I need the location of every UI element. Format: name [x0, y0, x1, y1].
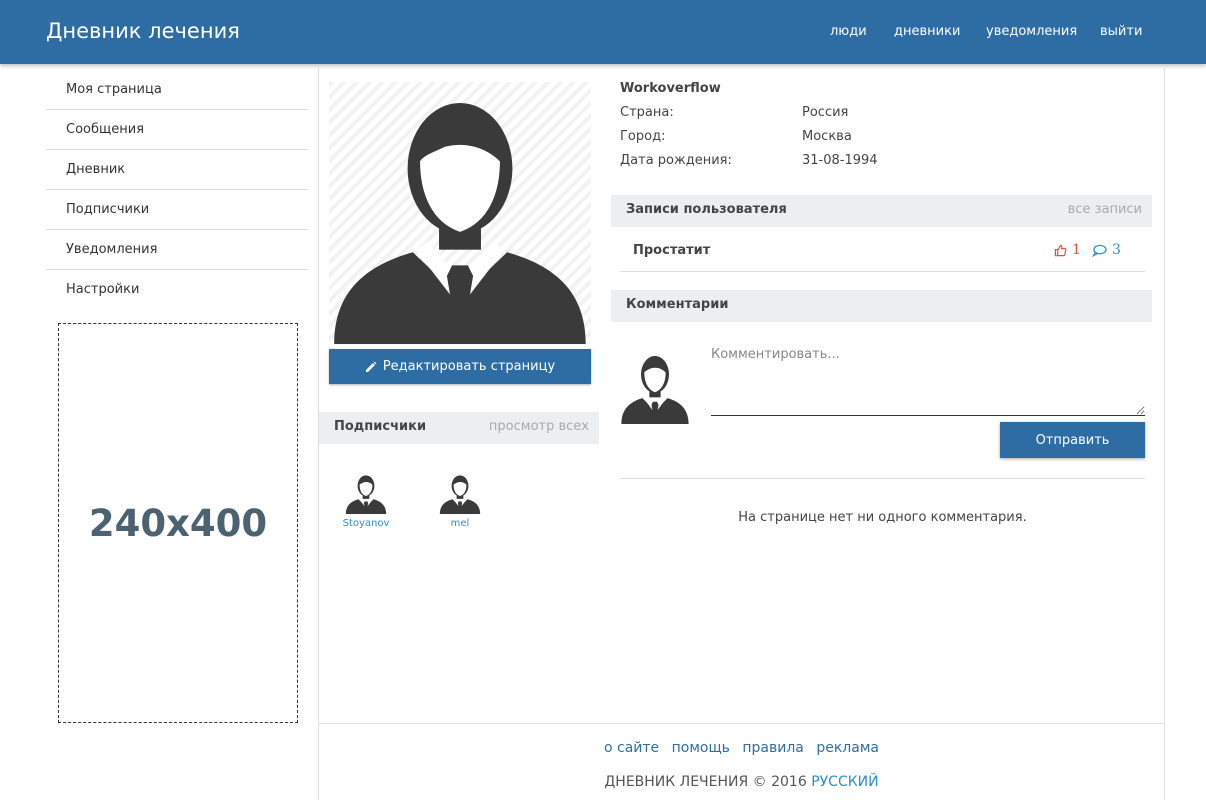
info-label-city: Город: — [620, 129, 666, 144]
follower-name[interactable]: Stoyanov — [336, 518, 396, 529]
info-value-birthdate: 31-08-1994 — [802, 153, 878, 168]
post-comments-count: 3 — [1112, 242, 1121, 258]
user-avatar-icon — [329, 82, 591, 344]
post-title-link[interactable]: Простатит — [633, 243, 710, 258]
follower-item[interactable]: Stoyanov — [336, 472, 396, 529]
subscribers-view-all-link[interactable]: просмотр всех — [489, 419, 589, 434]
sidebar-item-messages[interactable]: Сообщения — [46, 110, 308, 150]
posts-title: Записи пользователя — [626, 202, 787, 217]
footer-link-ads[interactable]: реклама — [816, 740, 879, 756]
user-avatar-icon — [345, 472, 387, 514]
info-value-city: Москва — [802, 129, 852, 144]
footer-link-rules[interactable]: правила — [742, 740, 804, 756]
language-switch-link[interactable]: РУССКИЙ — [811, 774, 878, 790]
comment-author-avatar — [620, 350, 690, 424]
post-likes[interactable]: 1 — [1054, 242, 1081, 258]
edit-page-label: Редактировать страницу — [382, 359, 556, 374]
info-label-country: Страна: — [620, 105, 674, 120]
edit-page-button[interactable]: Редактировать страницу — [329, 349, 591, 384]
main-panel-border-right — [1164, 68, 1165, 800]
post-likes-count: 1 — [1072, 242, 1081, 258]
footer-links: о сайте помощь правила реклама — [318, 740, 1165, 756]
follower-name[interactable]: mel — [430, 518, 490, 529]
brand-title[interactable]: Дневник лечения — [46, 19, 240, 43]
info-value-country: Россия — [802, 105, 849, 120]
no-comments-text: На странице нет ни одного комментария. — [738, 510, 1027, 525]
posts-header: Записи пользователя все записи — [611, 195, 1152, 227]
footer-divider — [318, 723, 1165, 724]
comments-title: Комментарии — [626, 297, 729, 312]
profile-name: Workoverflow — [620, 81, 721, 96]
thumbs-up-icon — [1054, 244, 1067, 256]
post-comments[interactable]: 3 — [1092, 242, 1121, 258]
post-row: Простатит 1 3 — [620, 232, 1145, 272]
posts-all-link[interactable]: все записи — [1068, 202, 1142, 217]
ad-banner-placeholder: 240x400 — [58, 323, 298, 723]
profile-avatar — [329, 82, 591, 344]
comment-input[interactable] — [711, 340, 1145, 416]
user-avatar-icon — [439, 472, 481, 514]
footer-copyright: ДНЕВНИК ЛЕЧЕНИЯ © 2016 РУССКИЙ — [318, 774, 1165, 790]
nav-link-notifications[interactable]: уведомления — [986, 24, 1077, 39]
subscribers-title: Подписчики — [334, 419, 427, 434]
user-avatar-icon — [620, 350, 690, 424]
sidebar-item-subscribers[interactable]: Подписчики — [46, 190, 308, 230]
subscribers-header: Подписчики просмотр всех — [319, 412, 599, 444]
follower-item[interactable]: mel — [430, 472, 490, 529]
top-navbar: Дневник лечения люди дневники уведомлени… — [0, 0, 1206, 64]
comment-bubble-icon — [1092, 244, 1107, 257]
comments-header: Комментарии — [611, 290, 1152, 322]
copyright-text: ДНЕВНИК ЛЕЧЕНИЯ © 2016 — [604, 774, 807, 790]
nav-link-logout[interactable]: выйти — [1100, 24, 1142, 39]
sidebar-item-my-page[interactable]: Моя страница — [46, 70, 308, 110]
send-comment-button[interactable]: Отправить — [1000, 422, 1145, 458]
sidebar-item-settings[interactable]: Настройки — [46, 270, 308, 310]
ad-banner-text: 240x400 — [88, 501, 268, 545]
sidebar-item-notifications[interactable]: Уведомления — [46, 230, 308, 270]
nav-link-diaries[interactable]: дневники — [894, 24, 960, 39]
nav-link-people[interactable]: люди — [830, 24, 867, 39]
pencil-icon — [365, 361, 377, 372]
sidebar-item-diary[interactable]: Дневник — [46, 150, 308, 190]
footer-link-about[interactable]: о сайте — [604, 740, 659, 756]
info-label-birthdate: Дата рождения: — [620, 153, 732, 168]
footer-link-help[interactable]: помощь — [672, 740, 730, 756]
comments-divider — [620, 478, 1145, 479]
